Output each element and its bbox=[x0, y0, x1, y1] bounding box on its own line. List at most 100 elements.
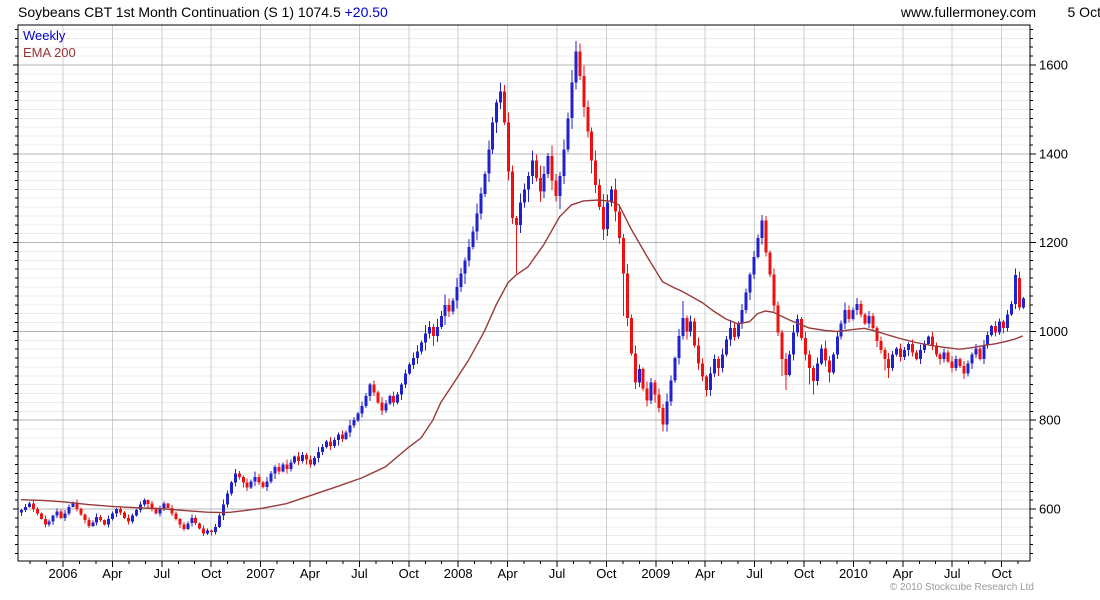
candle-body bbox=[578, 51, 582, 76]
x-tick-label: Oct bbox=[201, 566, 222, 581]
candle-body bbox=[780, 332, 784, 359]
y-tick-label: 600 bbox=[1039, 502, 1061, 517]
candle-body bbox=[202, 528, 206, 534]
candle-body bbox=[91, 522, 95, 526]
candle-body bbox=[146, 500, 150, 504]
candle-body bbox=[285, 464, 289, 469]
candle-body bbox=[550, 156, 554, 181]
candle-body bbox=[111, 513, 115, 519]
candle-body bbox=[590, 131, 594, 161]
candle-body bbox=[265, 481, 269, 487]
candle-body bbox=[511, 171, 515, 219]
candle-body bbox=[566, 118, 570, 150]
candle-body bbox=[515, 218, 518, 225]
candle-body bbox=[463, 260, 467, 274]
candle-body bbox=[107, 518, 111, 525]
y-tick-label: 1200 bbox=[1039, 235, 1068, 250]
candle-body bbox=[483, 173, 487, 194]
candle-body bbox=[716, 358, 720, 368]
candle-body bbox=[1010, 303, 1013, 315]
candle-body bbox=[142, 500, 146, 505]
candle-body bbox=[827, 360, 831, 373]
candle-body bbox=[186, 523, 190, 530]
y-tick-label: 800 bbox=[1039, 413, 1061, 428]
candle-body bbox=[748, 274, 752, 293]
candle-body bbox=[103, 520, 107, 525]
candle-body bbox=[538, 178, 542, 192]
x-tick-label: Jul bbox=[153, 566, 170, 581]
x-tick-label: Oct bbox=[399, 566, 420, 581]
candle-body bbox=[879, 341, 883, 351]
candle-body bbox=[677, 335, 681, 359]
candle-body bbox=[808, 354, 812, 368]
candle-body bbox=[859, 303, 863, 315]
candle-body bbox=[863, 314, 867, 324]
candle-body bbox=[122, 512, 126, 518]
candle-body bbox=[475, 213, 479, 232]
candle-body bbox=[289, 462, 293, 470]
candle-body bbox=[158, 509, 162, 514]
candle-body bbox=[839, 323, 843, 337]
candle-body bbox=[499, 91, 503, 103]
candle-body bbox=[245, 482, 249, 488]
candle-body bbox=[966, 363, 970, 374]
candle-body bbox=[344, 432, 348, 439]
candle-body bbox=[218, 515, 221, 527]
candle-body bbox=[423, 333, 427, 343]
candle-body bbox=[602, 207, 606, 230]
candle-body bbox=[681, 318, 685, 336]
candle-body bbox=[332, 440, 336, 446]
candle-body bbox=[645, 388, 649, 401]
candle-body bbox=[412, 358, 416, 365]
candle-body bbox=[701, 363, 705, 377]
candle-body bbox=[938, 354, 942, 359]
candle-body bbox=[653, 382, 657, 395]
x-tick-label: Apr bbox=[497, 566, 518, 581]
candle-body bbox=[546, 156, 550, 174]
candle-body bbox=[998, 321, 1002, 333]
candle-body bbox=[221, 504, 225, 516]
x-tick-label: Oct bbox=[596, 566, 617, 581]
candle-body bbox=[598, 184, 602, 208]
candle-body bbox=[35, 509, 39, 514]
candle-body bbox=[419, 342, 423, 352]
y-tick-label: 1400 bbox=[1039, 146, 1068, 161]
candle-body bbox=[617, 211, 621, 239]
x-tick-label: Apr bbox=[102, 566, 123, 581]
candle-body bbox=[257, 477, 261, 483]
y-axis-labels: 600 800 1000 1200 1400 1600 bbox=[1039, 58, 1068, 517]
candle-body bbox=[673, 358, 677, 381]
candle-body bbox=[768, 252, 772, 275]
candle-body bbox=[946, 352, 950, 362]
candle-body bbox=[637, 369, 641, 383]
candle-body bbox=[408, 364, 412, 374]
candle-body bbox=[978, 348, 982, 359]
candle-body bbox=[439, 315, 443, 327]
candle-body bbox=[661, 407, 665, 425]
candle-body bbox=[1006, 314, 1010, 328]
candle-body bbox=[831, 354, 835, 373]
candle-body bbox=[542, 173, 546, 192]
candle-body bbox=[744, 292, 748, 311]
x-tick-label: Apr bbox=[695, 566, 716, 581]
candle-body bbox=[134, 509, 138, 516]
chart-page: { "header": { "title": "Soybeans CBT 1st… bbox=[0, 0, 1100, 600]
candle-body bbox=[416, 351, 419, 359]
copyright-notice: © 2010 Stockcube Research Ltd bbox=[889, 582, 1034, 593]
candle-body bbox=[194, 517, 198, 524]
candle-body bbox=[95, 517, 99, 523]
x-tick-label: Apr bbox=[893, 566, 914, 581]
candle-body bbox=[352, 420, 356, 426]
candle-body bbox=[261, 482, 265, 487]
candle-body bbox=[942, 352, 946, 359]
candle-body bbox=[883, 350, 887, 359]
candle-body bbox=[119, 509, 122, 513]
candle-body bbox=[87, 520, 91, 526]
candle-body bbox=[372, 384, 376, 393]
x-tick-label: Apr bbox=[300, 566, 321, 581]
candle-body bbox=[79, 509, 83, 515]
candle-body bbox=[467, 247, 471, 261]
candle-body bbox=[796, 319, 800, 333]
candle-body bbox=[59, 511, 63, 518]
candle-body bbox=[994, 326, 998, 333]
